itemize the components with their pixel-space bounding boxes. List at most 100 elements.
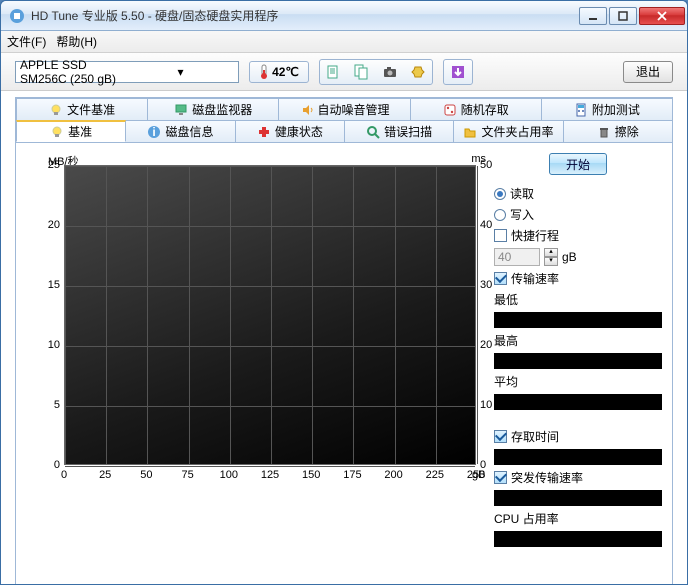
side-panel: 开始 读取 写入 快捷行程 40 ▴▾ gB 传输速率 最低 最高 平均 bbox=[494, 153, 662, 585]
window-title: HD Tune 专业版 5.50 - 硬盘/固态硬盘实用程序 bbox=[31, 7, 577, 24]
y2-tick: 30 bbox=[480, 279, 492, 291]
short-stroke-checkbox[interactable]: 快捷行程 bbox=[494, 227, 662, 244]
tab-row-bottom: 基准 i磁盘信息 健康状态 错误扫描 文件夹占用率 擦除 bbox=[16, 120, 672, 142]
drive-select[interactable]: APPLE SSD SM256C (250 gB) ▾ bbox=[15, 61, 239, 83]
burst-rate-checkbox[interactable]: 突发传输速率 bbox=[494, 469, 662, 486]
tab-disk-info[interactable]: i磁盘信息 bbox=[125, 120, 235, 142]
screenshot-button[interactable] bbox=[378, 62, 402, 82]
toolbar-group-1 bbox=[319, 59, 433, 85]
settings-button[interactable] bbox=[406, 62, 430, 82]
y2-tick: 40 bbox=[480, 219, 492, 231]
app-window: HD Tune 专业版 5.50 - 硬盘/固态硬盘实用程序 文件(F) 帮助(… bbox=[0, 0, 688, 585]
tab-folder-usage[interactable]: 文件夹占用率 bbox=[453, 120, 563, 142]
y2-tick: 50 bbox=[480, 159, 492, 171]
y-tick: 25 bbox=[32, 159, 60, 171]
app-icon bbox=[9, 8, 25, 24]
tab-aam[interactable]: 自动噪音管理 bbox=[278, 98, 410, 120]
health-icon bbox=[257, 125, 271, 139]
tab-random-access[interactable]: 随机存取 bbox=[410, 98, 542, 120]
bulb-icon bbox=[49, 103, 63, 117]
chart-area: MB/秒 ms gB 02550751001251501752002252500… bbox=[26, 153, 486, 585]
speaker-icon bbox=[300, 103, 314, 117]
y2-tick: 10 bbox=[480, 399, 492, 411]
menubar: 文件(F) 帮助(H) bbox=[1, 31, 687, 53]
thermometer-icon bbox=[259, 64, 269, 80]
tab-health[interactable]: 健康状态 bbox=[235, 120, 345, 142]
x-tick: 75 bbox=[181, 469, 193, 481]
x-tick: 200 bbox=[384, 469, 402, 481]
bulb-icon bbox=[50, 125, 64, 139]
short-stroke-input[interactable]: 40 bbox=[494, 248, 540, 266]
benchmark-plot bbox=[64, 165, 476, 465]
write-radio[interactable]: 写入 bbox=[494, 206, 662, 223]
temperature-display: 42℃ bbox=[249, 61, 309, 83]
toolbar-group-2 bbox=[443, 59, 473, 85]
tab-error-scan[interactable]: 错误扫描 bbox=[344, 120, 454, 142]
close-button[interactable] bbox=[639, 7, 685, 25]
y2-tick: 20 bbox=[480, 339, 492, 351]
access-time-checkbox[interactable]: 存取时间 bbox=[494, 428, 662, 445]
copy-all-button[interactable] bbox=[350, 62, 374, 82]
max-label: 最高 bbox=[494, 332, 662, 349]
avg-value bbox=[494, 394, 662, 410]
transfer-rate-checkbox[interactable]: 传输速率 bbox=[494, 270, 662, 287]
minimize-button[interactable] bbox=[579, 7, 607, 25]
x-tick: 100 bbox=[220, 469, 238, 481]
save-button[interactable] bbox=[446, 62, 470, 82]
checkbox-icon bbox=[494, 229, 507, 242]
tab-row-top: 文件基准 磁盘监视器 自动噪音管理 随机存取 附加测试 bbox=[16, 98, 672, 120]
y-tick: 10 bbox=[32, 339, 60, 351]
maximize-button[interactable] bbox=[609, 7, 637, 25]
tab-erase[interactable]: 擦除 bbox=[563, 120, 673, 142]
radio-dot-icon bbox=[494, 188, 506, 200]
dice-icon bbox=[443, 103, 457, 117]
max-value bbox=[494, 353, 662, 369]
x-tick: 0 bbox=[61, 469, 67, 481]
exit-button[interactable]: 退出 bbox=[623, 61, 673, 83]
search-icon bbox=[366, 125, 380, 139]
trash-icon bbox=[597, 125, 611, 139]
menu-help[interactable]: 帮助(H) bbox=[56, 33, 97, 50]
menu-file[interactable]: 文件(F) bbox=[7, 33, 46, 50]
svg-text:i: i bbox=[153, 125, 156, 139]
short-stroke-field: 40 ▴▾ gB bbox=[494, 248, 662, 266]
dropdown-arrow-icon: ▾ bbox=[127, 65, 234, 79]
x-tick: 25 bbox=[99, 469, 111, 481]
tab-benchmark[interactable]: 基准 bbox=[16, 120, 126, 142]
x-tick: 125 bbox=[261, 469, 279, 481]
tab-body-benchmark: MB/秒 ms gB 02550751001251501752002252500… bbox=[16, 142, 672, 585]
window-buttons bbox=[577, 7, 685, 25]
x-tick: 50 bbox=[140, 469, 152, 481]
cpu-usage-label: CPU 占用率 bbox=[494, 510, 662, 527]
avg-label: 平均 bbox=[494, 373, 662, 390]
checkbox-icon bbox=[494, 471, 507, 484]
y2-tick: 0 bbox=[480, 459, 486, 471]
y-tick: 0 bbox=[32, 459, 60, 471]
start-button[interactable]: 开始 bbox=[549, 153, 607, 175]
x-tick: 175 bbox=[343, 469, 361, 481]
y-tick: 15 bbox=[32, 279, 60, 291]
read-radio[interactable]: 读取 bbox=[494, 185, 662, 202]
radio-dot-icon bbox=[494, 209, 506, 221]
burst-value bbox=[494, 490, 662, 506]
tab-disk-monitor[interactable]: 磁盘监视器 bbox=[147, 98, 279, 120]
cpu-value bbox=[494, 531, 662, 547]
tab-extra-tests[interactable]: 附加测试 bbox=[541, 98, 673, 120]
toolbar: APPLE SSD SM256C (250 gB) ▾ 42℃ 退出 bbox=[1, 53, 687, 91]
titlebar[interactable]: HD Tune 专业版 5.50 - 硬盘/固态硬盘实用程序 bbox=[1, 1, 687, 31]
short-stroke-spinner[interactable]: ▴▾ bbox=[544, 248, 558, 266]
checkbox-icon bbox=[494, 272, 507, 285]
info-icon: i bbox=[147, 125, 161, 139]
x-tick: 150 bbox=[302, 469, 320, 481]
y-tick: 5 bbox=[32, 399, 60, 411]
x-tick: 225 bbox=[426, 469, 444, 481]
folder-icon bbox=[463, 125, 477, 139]
content-area: 文件基准 磁盘监视器 自动噪音管理 随机存取 附加测试 基准 i磁盘信息 健康状… bbox=[1, 91, 687, 585]
tab-file-benchmark[interactable]: 文件基准 bbox=[16, 98, 148, 120]
access-value bbox=[494, 449, 662, 465]
calc-icon bbox=[574, 103, 588, 117]
spin-up-icon[interactable]: ▴ bbox=[544, 248, 558, 257]
temperature-value: 42℃ bbox=[272, 65, 299, 79]
spin-down-icon[interactable]: ▾ bbox=[544, 257, 558, 266]
copy-text-button[interactable] bbox=[322, 62, 346, 82]
